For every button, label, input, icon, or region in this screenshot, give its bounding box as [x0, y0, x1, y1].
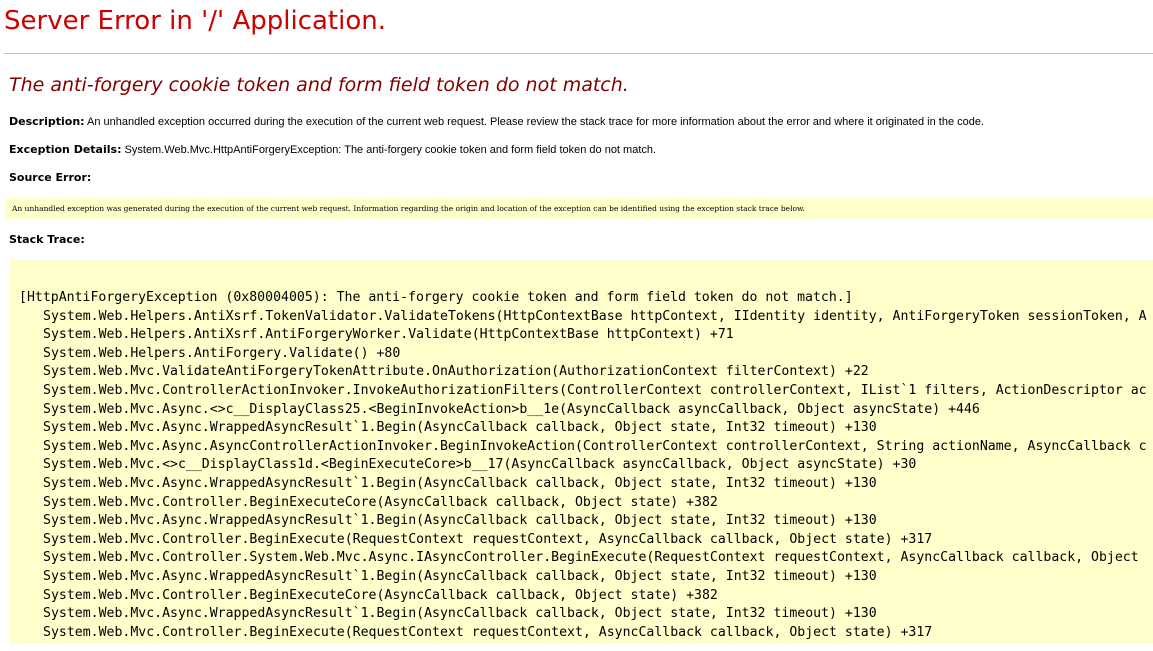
stack-frame: System.Web.Mvc.Async.WrappedAsyncResult`…	[43, 513, 877, 529]
stack-frame: System.Web.Mvc.ValidateAntiForgeryTokenA…	[43, 364, 869, 380]
stack-trace-box[interactable]: [HttpAntiForgeryException (0x80004005): …	[10, 260, 1153, 644]
stack-frame: System.Web.Helpers.AntiForgery.Validate(…	[43, 345, 401, 361]
source-error-label: Source Error:	[9, 171, 92, 184]
stack-frame: System.Web.Helpers.AntiXsrf.AntiForgeryW…	[43, 327, 734, 343]
source-error-text: An unhandled exception was generated dur…	[12, 204, 805, 213]
title-divider	[4, 53, 1153, 54]
stack-trace-label: Stack Trace:	[9, 233, 85, 246]
stack-trace-header: [HttpAntiForgeryException (0x80004005): …	[19, 290, 853, 305]
exception-details-text: System.Web.Mvc.HttpAntiForgeryException:…	[124, 144, 657, 156]
description-line: Description: An unhandled exception occu…	[9, 115, 984, 128]
description-label: Description:	[9, 115, 85, 128]
stack-trace-heading: Stack Trace:	[9, 233, 85, 246]
source-error-heading: Source Error:	[9, 171, 91, 184]
stack-frame: System.Web.Mvc.Async.AsyncControllerActi…	[43, 438, 1147, 454]
stack-frame: System.Web.Mvc.Controller.BeginExecuteCo…	[43, 494, 718, 510]
source-error-box: An unhandled exception was generated dur…	[5, 198, 1153, 219]
exception-details-line: Exception Details: System.Web.Mvc.HttpAn…	[9, 143, 656, 156]
stack-frame: System.Web.Mvc.Controller.BeginExecute(R…	[43, 531, 933, 547]
page-title: Server Error in '/' Application.	[4, 6, 386, 36]
stack-frame: System.Web.Mvc.Async.WrappedAsyncResult`…	[43, 606, 877, 622]
stack-frame: System.Web.Helpers.AntiXsrf.TokenValidat…	[43, 308, 1147, 324]
stack-frame: System.Web.Mvc.Controller.BeginExecuteCo…	[43, 587, 718, 603]
stack-frame: System.Web.Mvc.<>c__DisplayClass1d.<Begi…	[43, 457, 917, 473]
stack-frame: System.Web.Mvc.Async.<>c__DisplayClass25…	[43, 401, 980, 417]
description-text: An unhandled exception occurred during t…	[87, 116, 985, 128]
stack-trace-text: [HttpAntiForgeryException (0x80004005): …	[19, 289, 1147, 642]
stack-frame: System.Web.Mvc.Controller.System.Web.Mvc…	[43, 550, 1139, 566]
stack-frame: System.Web.Mvc.Async.WrappedAsyncResult`…	[43, 420, 877, 436]
stack-frame: System.Web.Mvc.ControllerActionInvoker.I…	[43, 382, 1147, 398]
error-message: The anti-forgery cookie token and form f…	[9, 74, 629, 96]
stack-frame: System.Web.Mvc.Async.WrappedAsyncResult`…	[43, 568, 877, 584]
exception-details-label: Exception Details:	[9, 143, 122, 156]
stack-frame: System.Web.Mvc.Async.WrappedAsyncResult`…	[43, 475, 877, 491]
stack-frame: System.Web.Mvc.Controller.BeginExecute(R…	[43, 624, 933, 640]
